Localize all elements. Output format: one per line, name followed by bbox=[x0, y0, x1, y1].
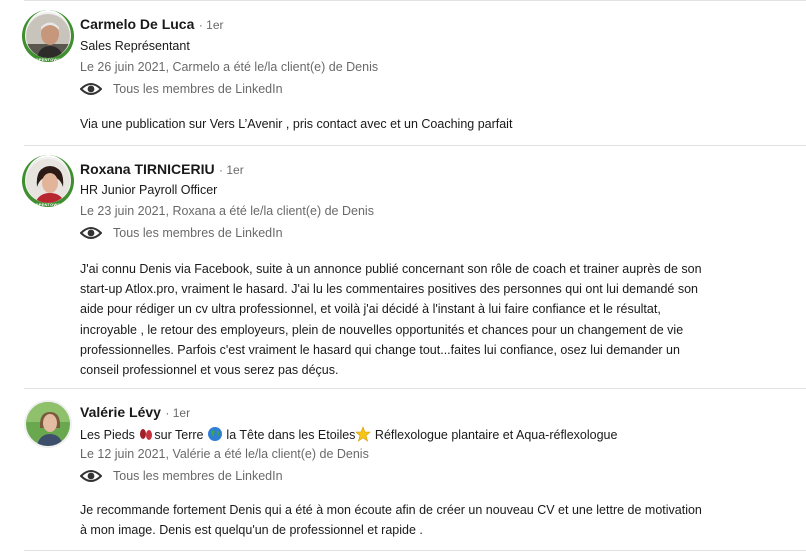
separator bbox=[24, 550, 806, 551]
eye-icon bbox=[80, 227, 102, 239]
name-row: Roxana TIRNICERIU · 1er bbox=[80, 161, 244, 179]
headline-part: Réflexologue plantaire et Aqua-réflexolo… bbox=[371, 428, 618, 442]
recommender-name[interactable]: Valérie Lévy bbox=[80, 404, 161, 420]
relationship-date: Le 26 juin 2021, Carmelo a été le/la cli… bbox=[80, 60, 379, 74]
footprints-icon bbox=[140, 429, 153, 440]
recommender-name[interactable]: Carmelo De Luca bbox=[80, 16, 194, 32]
connection-degree: · 1er bbox=[165, 406, 191, 420]
recommendation-item: #OPENTOWORK Carmelo De Luca · 1er Sales … bbox=[0, 0, 806, 146]
text-line: professionnelles. Parfois c'est vraiment… bbox=[80, 342, 680, 357]
recommendation-item: Valérie Lévy · 1er Les Pieds sur Terre l… bbox=[0, 389, 806, 552]
name-row: Carmelo De Luca · 1er bbox=[80, 16, 224, 34]
eye-icon bbox=[80, 470, 102, 482]
open-to-work-badge: #OPENTOWORK bbox=[33, 57, 67, 62]
recommender-headline: Les Pieds sur Terre la Tête dans les Eto… bbox=[80, 426, 617, 442]
eye-icon bbox=[80, 83, 102, 95]
avatar[interactable] bbox=[24, 400, 72, 448]
recommendation-item: #OPENTOWORK Roxana TIRNICERIU · 1er HR J… bbox=[0, 146, 806, 387]
visibility-label: Tous les membres de LinkedIn bbox=[113, 469, 283, 483]
connection-degree: · 1er bbox=[219, 163, 244, 177]
headline-part: sur Terre bbox=[154, 428, 207, 442]
star-icon bbox=[355, 426, 372, 442]
recommender-headline: HR Junior Payroll Officer bbox=[80, 183, 218, 197]
visibility-label: Tous les membres de LinkedIn bbox=[113, 82, 283, 96]
recommendation-text: J'ai connu Denis via Facebook, suite à u… bbox=[80, 259, 780, 380]
recommender-headline: Sales Représentant bbox=[80, 39, 190, 53]
text-line: à mon image. Denis est quelqu'un de prof… bbox=[80, 523, 423, 538]
text-line: aide pour rédiger un cv ultra profession… bbox=[80, 302, 661, 317]
text-line: start-up Atlox.pro, vraiment le hasard. … bbox=[80, 282, 698, 297]
relationship-date: Le 23 juin 2021, Roxana a été le/la clie… bbox=[80, 204, 374, 218]
recommendation-text: Je recommande fortement Denis qui a été … bbox=[80, 500, 780, 540]
open-to-work-frame bbox=[22, 155, 74, 207]
text-line: Je recommande fortement Denis qui a été … bbox=[80, 503, 702, 517]
connection-degree: · 1er bbox=[198, 18, 224, 32]
text-line: conseil professionnel et vous serez pas … bbox=[80, 363, 339, 378]
recommendation-text: Via une publication sur Vers L’Avenir , … bbox=[80, 114, 780, 134]
name-row: Valérie Lévy · 1er bbox=[80, 404, 190, 422]
relationship-date: Le 12 juin 2021, Valérie a été le/la cli… bbox=[80, 447, 369, 461]
text-line: Via une publication sur Vers L’Avenir , … bbox=[80, 117, 513, 131]
visibility-label: Tous les membres de LinkedIn bbox=[113, 226, 283, 240]
headline-part: la Tête dans les Etoiles bbox=[222, 428, 356, 442]
globe-icon bbox=[207, 427, 222, 441]
headline-part: Les Pieds bbox=[80, 428, 139, 442]
recommender-name[interactable]: Roxana TIRNICERIU bbox=[80, 161, 215, 177]
open-to-work-frame bbox=[22, 10, 74, 62]
open-to-work-badge: #OPENTOWORK bbox=[33, 202, 67, 207]
text-line: incroyable , le retour des employeurs, p… bbox=[80, 322, 684, 337]
text-line: J'ai connu Denis via Facebook, suite à u… bbox=[80, 262, 702, 276]
